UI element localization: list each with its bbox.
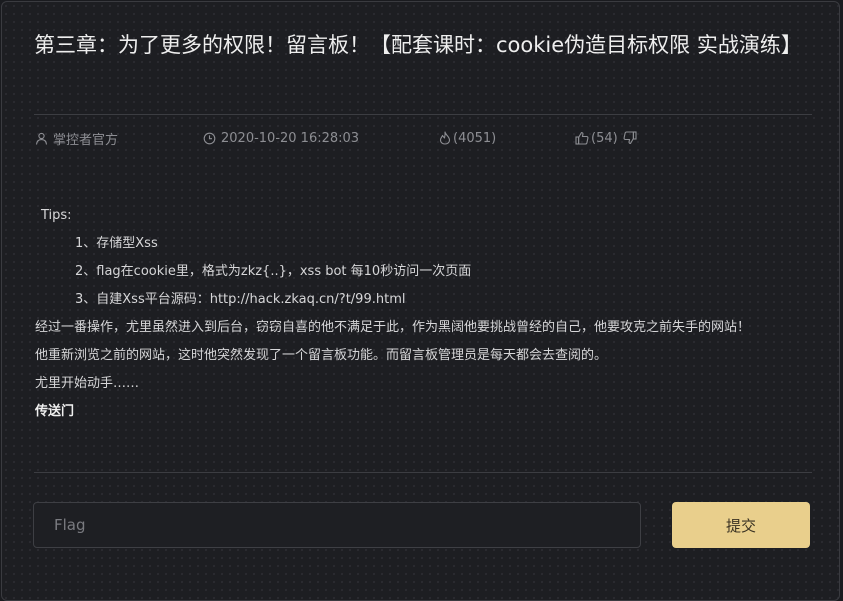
submit-button[interactable]: 提交 [672,502,810,548]
post-datetime: 2020-10-20 16:28:03 [221,130,360,146]
portal-link[interactable]: 传送门 [35,398,815,426]
story-paragraph: 经过一番操作，尤里虽然进入到后台，窃窃自喜的他不满足于此，作为黑阔他要挑战曾经的… [35,320,751,335]
tip-item: 2、flag在cookie里，格式为zkz{..}，xss bot 每10秒访问… [75,264,472,279]
user-icon [35,132,48,145]
author-name: 掌控者官方 [53,132,119,148]
likes-count: (54) [591,130,618,146]
flag-input[interactable] [33,502,641,548]
title-divider [34,114,812,115]
clock-icon [203,132,216,145]
content-divider [34,472,812,473]
views-count: (4051) [453,130,497,146]
likes-meta: (54) [575,128,637,148]
datetime-meta: 2020-10-20 16:28:03 [203,128,359,148]
flame-icon [439,131,451,145]
tips-label: Tips: [41,208,72,223]
views-meta: (4051) [439,128,496,148]
challenge-description: Tips: 1、存储型Xss 2、flag在cookie里，格式为zkz{..}… [35,202,815,426]
thumbs-up-icon[interactable] [575,131,589,145]
tip-item: 1、存储型Xss [75,236,158,251]
author-meta: 掌控者官方 [35,128,118,148]
story-paragraph: 他重新浏览之前的网站，这时他突然发现了一个留言板功能。而留言板管理员是每天都会去… [35,348,608,363]
page-title: 第三章：为了更多的权限！留言板！【配套课时：cookie伪造目标权限 实战演练】 [34,33,802,57]
tip-item: 3、自建Xss平台源码：http://hack.zkaq.cn/?t/99.ht… [75,292,406,307]
story-paragraph: 尤里开始动手…… [35,376,140,391]
thumbs-down-icon[interactable] [623,131,637,145]
